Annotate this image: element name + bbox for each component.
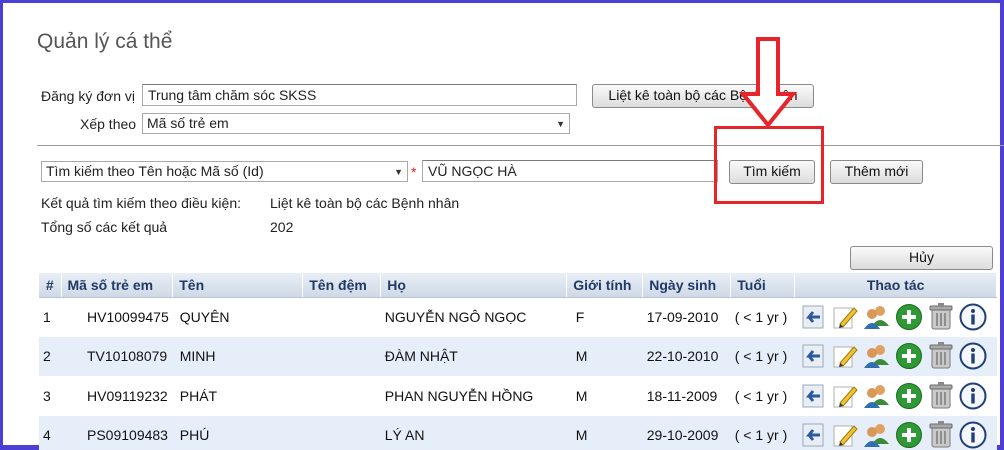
row-code: HV09119232 xyxy=(61,376,173,416)
row-first-name: MINH xyxy=(172,336,303,377)
row-actions xyxy=(794,297,997,337)
col-first-header[interactable]: Tên xyxy=(172,273,304,298)
row-num: 2 xyxy=(39,336,61,377)
row-sex: M xyxy=(566,376,643,416)
col-last-header[interactable]: Họ xyxy=(380,273,568,298)
row-dob: 22-10-2010 xyxy=(642,336,731,377)
condition-value: Liệt kê toàn bộ các Bệnh nhân xyxy=(270,195,460,211)
row-actions xyxy=(794,415,997,450)
col-actions-header: Thao tác xyxy=(794,273,997,298)
row-age: ( < 1 yr ) xyxy=(730,415,795,450)
row-middle-name xyxy=(302,297,381,337)
col-code-header[interactable]: Mã số trẻ em xyxy=(61,273,174,298)
row-age: ( < 1 yr ) xyxy=(730,297,795,337)
total-label: Tổng số các kết quả xyxy=(41,219,168,235)
users-icon[interactable] xyxy=(863,342,891,370)
add-plus-icon[interactable] xyxy=(895,342,923,370)
search-mode-select[interactable]: Tìm kiếm theo Tên hoặc Mã số (Id) ▼ xyxy=(41,161,408,182)
back-arrow-icon[interactable] xyxy=(799,421,827,449)
trash-icon[interactable] xyxy=(927,421,955,449)
edit-pencil-icon[interactable] xyxy=(831,342,859,370)
col-middle-header[interactable]: Tên đệm xyxy=(302,273,382,298)
row-dob: 17-09-2010 xyxy=(642,297,731,337)
table-row[interactable]: 1 HV10099475 QUYÊN NGUYỄN NGÔ NGỌC F 17-… xyxy=(39,297,997,337)
col-num-header[interactable]: # xyxy=(39,273,62,298)
row-actions xyxy=(794,336,997,377)
row-code: PS09109483 xyxy=(61,415,173,450)
sort-select[interactable]: Mã số trẻ em ▼ xyxy=(142,113,570,134)
page-title: Quản lý cá thể xyxy=(37,30,173,53)
info-icon[interactable] xyxy=(959,421,987,449)
edit-pencil-icon[interactable] xyxy=(831,421,859,449)
back-arrow-icon[interactable] xyxy=(799,382,827,410)
col-age-header[interactable]: Tuổi xyxy=(730,273,796,298)
row-last-name: ĐÀM NHẬT xyxy=(380,336,567,377)
info-icon[interactable] xyxy=(959,303,987,331)
row-age: ( < 1 yr ) xyxy=(730,336,795,377)
required-mark: * xyxy=(411,164,417,180)
cancel-button[interactable]: Hủy xyxy=(850,246,993,270)
users-icon[interactable] xyxy=(863,382,891,410)
add-new-button[interactable]: Thêm mới xyxy=(830,160,923,184)
trash-icon[interactable] xyxy=(927,381,955,410)
row-sex: M xyxy=(566,415,643,450)
unit-label: Đăng ký đơn vị xyxy=(41,88,136,104)
users-icon[interactable] xyxy=(863,421,891,449)
row-num: 3 xyxy=(39,376,61,416)
back-arrow-icon[interactable] xyxy=(799,342,827,370)
row-first-name: PHÁT xyxy=(172,376,303,416)
row-code: HV10099475 xyxy=(61,297,173,337)
col-sex-header[interactable]: Giới tính xyxy=(566,273,644,298)
info-icon[interactable] xyxy=(959,342,987,370)
condition-label: Kết quả tìm kiếm theo điều kiện: xyxy=(41,195,241,211)
sort-select-value: Mã số trẻ em xyxy=(147,115,229,131)
row-actions xyxy=(794,376,997,416)
trash-icon[interactable] xyxy=(927,342,955,370)
table-row[interactable]: 3 HV09119232 PHÁT PHAN NGUYỄN HỒNG M 18-… xyxy=(39,376,997,416)
divider xyxy=(37,145,1004,146)
row-dob: 29-10-2009 xyxy=(642,415,731,450)
add-plus-icon[interactable] xyxy=(895,421,923,449)
sort-label: Xếp theo xyxy=(80,116,137,132)
table-row[interactable]: 4 PS09109483 PHÚ LÝ AN M 29-10-2009 ( < … xyxy=(39,415,997,450)
edit-pencil-icon[interactable] xyxy=(831,303,859,331)
back-arrow-icon[interactable] xyxy=(799,303,827,331)
info-icon[interactable] xyxy=(959,382,987,410)
row-sex: F xyxy=(566,297,643,337)
row-last-name: PHAN NGUYỄN HỒNG xyxy=(380,376,567,416)
row-middle-name xyxy=(302,415,381,450)
add-plus-icon[interactable] xyxy=(895,382,923,410)
row-first-name: QUYÊN xyxy=(172,297,303,337)
row-age: ( < 1 yr ) xyxy=(730,376,795,416)
row-last-name: NGUYỄN NGÔ NGỌC xyxy=(380,297,567,337)
add-plus-icon[interactable] xyxy=(895,303,923,331)
row-num: 4 xyxy=(39,415,61,450)
row-first-name: PHÚ xyxy=(172,415,303,450)
users-icon[interactable] xyxy=(863,303,891,331)
edit-pencil-icon[interactable] xyxy=(831,382,859,410)
chevron-down-icon: ▼ xyxy=(394,167,403,177)
annotation-arrow-icon xyxy=(738,37,798,128)
row-middle-name xyxy=(302,336,381,377)
search-button[interactable]: Tìm kiếm xyxy=(729,160,815,184)
row-dob: 18-11-2009 xyxy=(642,376,731,416)
patient-table: # Mã số trẻ em Tên Tên đệm Họ Giới tính … xyxy=(39,273,997,450)
col-dob-header[interactable]: Ngày sinh xyxy=(642,273,732,298)
row-num: 1 xyxy=(39,297,61,337)
unit-input[interactable]: Trung tâm chăm sóc SKSS xyxy=(142,84,577,106)
row-sex: M xyxy=(566,336,643,377)
total-value: 202 xyxy=(270,219,294,235)
chevron-down-icon: ▼ xyxy=(556,119,565,129)
row-middle-name xyxy=(302,376,381,416)
trash-icon[interactable] xyxy=(927,302,955,331)
table-header-row: # Mã số trẻ em Tên Tên đệm Họ Giới tính … xyxy=(39,273,997,298)
row-code: TV10108079 xyxy=(61,336,173,377)
table-row[interactable]: 2 TV10108079 MINH ĐÀM NHẬT M 22-10-2010 … xyxy=(39,336,997,377)
row-last-name: LÝ AN xyxy=(380,415,567,450)
search-input[interactable]: VŨ NGỌC HÀ xyxy=(422,160,718,182)
search-mode-value: Tìm kiếm theo Tên hoặc Mã số (Id) xyxy=(46,163,264,179)
